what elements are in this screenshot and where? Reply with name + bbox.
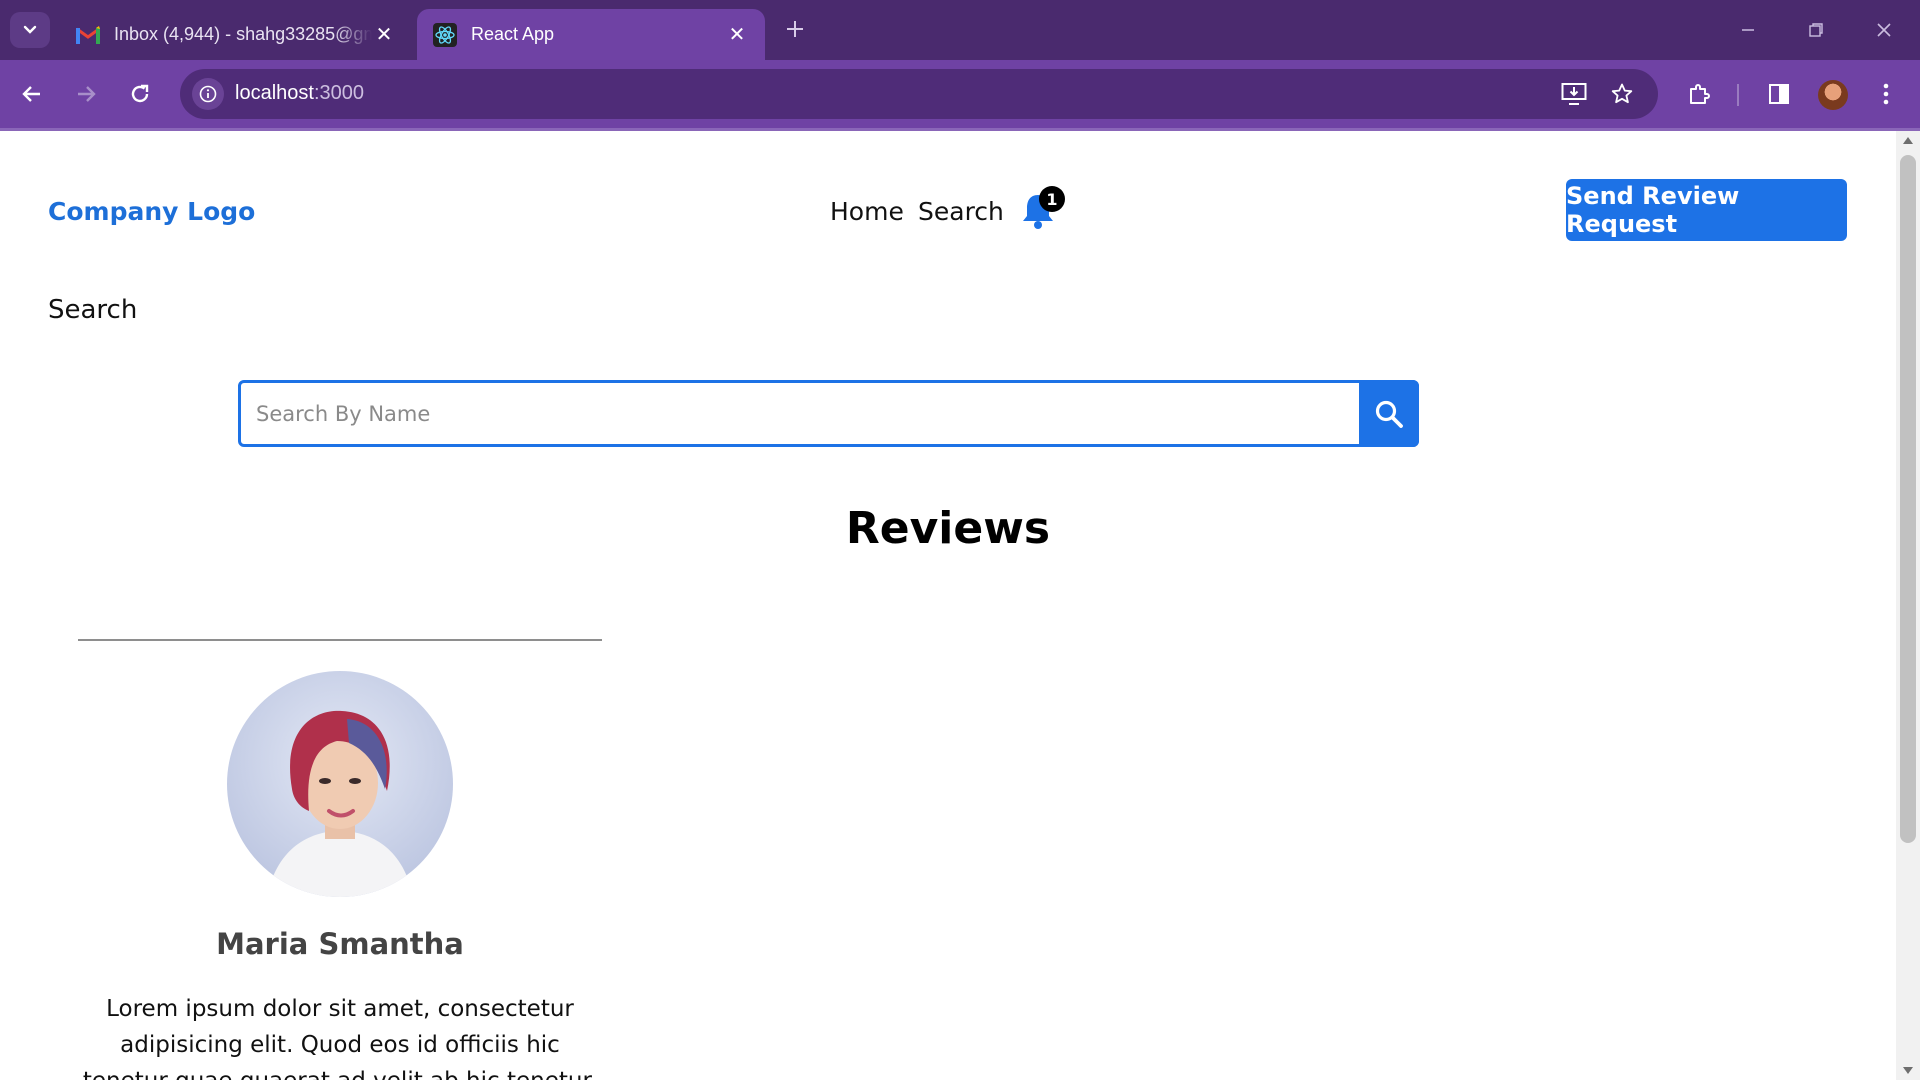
address-url: localhost:3000 <box>235 82 364 105</box>
puzzle-icon <box>1690 84 1710 104</box>
company-logo[interactable]: Company Logo <box>48 197 255 226</box>
review-card: Maria Smantha Lorem ipsum dolor sit amet… <box>78 639 602 1080</box>
reload-icon <box>131 84 149 103</box>
tab-search-button[interactable] <box>10 12 50 48</box>
tab-react-app[interactable]: React App ✕ <box>417 9 765 60</box>
more-vertical-icon <box>1883 83 1889 105</box>
side-panel-button[interactable] <box>1759 74 1799 114</box>
browser-menu-button[interactable] <box>1866 74 1906 114</box>
url-port: :3000 <box>313 82 364 104</box>
browser-toolbar: localhost:3000 <box>0 60 1920 128</box>
star-icon <box>1611 83 1633 104</box>
tab-title: React App <box>471 24 555 44</box>
minimize-icon <box>1742 29 1754 31</box>
gmail-icon <box>76 23 100 47</box>
side-panel-icon <box>1769 84 1789 104</box>
install-app-button[interactable] <box>1554 74 1594 114</box>
page-title: Search <box>48 295 138 325</box>
send-review-request-button[interactable]: Send Review Request <box>1566 179 1847 241</box>
site-info-icon[interactable] <box>192 78 224 110</box>
search-button[interactable] <box>1359 380 1419 447</box>
review-text: Lorem ipsum dolor sit amet, consectetur … <box>83 996 597 1080</box>
browser-tab-strip: Inbox (4,944) - shahg33285@gmail.com ✕ R… <box>0 0 1920 60</box>
address-bar[interactable]: localhost:3000 <box>180 69 1658 119</box>
tab-title: Inbox (4,944) - shahg33285@gmail.com <box>114 24 372 44</box>
install-desktop-icon <box>1561 83 1587 105</box>
toolbar-divider <box>1737 84 1739 106</box>
search-box <box>238 380 1419 447</box>
close-icon[interactable]: ✕ <box>725 23 749 47</box>
card-divider <box>78 639 602 641</box>
search-icon <box>1375 400 1403 428</box>
notification-badge: 1 <box>1039 186 1065 212</box>
bookmark-button[interactable] <box>1602 74 1642 114</box>
url-host: localhost <box>235 82 314 104</box>
react-icon <box>433 22 457 47</box>
nav-home-link[interactable]: Home <box>830 197 904 226</box>
restore-icon <box>1809 23 1823 37</box>
minimize-button[interactable] <box>1728 12 1768 48</box>
tab-gmail[interactable]: Inbox (4,944) - shahg33285@gmail.com ✕ <box>60 9 412 60</box>
profile-avatar[interactable] <box>1818 80 1848 110</box>
scroll-thumb[interactable] <box>1900 155 1916 843</box>
restore-button[interactable] <box>1796 12 1836 48</box>
scroll-down-arrow[interactable] <box>1903 1067 1913 1074</box>
back-button[interactable] <box>12 74 52 114</box>
reload-button[interactable] <box>120 74 160 114</box>
page-viewport: Company Logo Home Search 1 Send Review R… <box>0 131 1896 1080</box>
nav-search-link[interactable]: Search <box>918 197 1004 226</box>
forward-button[interactable] <box>66 74 106 114</box>
reviews-heading: Reviews <box>845 503 1051 554</box>
arrow-left-icon <box>22 86 40 102</box>
close-icon <box>1877 23 1891 37</box>
extensions-button[interactable] <box>1679 74 1719 114</box>
new-tab-button[interactable] <box>780 14 810 44</box>
reviewer-avatar <box>227 671 453 897</box>
reviewer-name: Maria Smantha <box>216 927 464 961</box>
search-input[interactable] <box>241 383 1358 444</box>
close-icon[interactable]: ✕ <box>372 23 396 47</box>
page-scrollbar[interactable] <box>1896 131 1920 1080</box>
scroll-up-arrow[interactable] <box>1903 137 1913 144</box>
close-window-button[interactable] <box>1864 12 1904 48</box>
plus-icon <box>787 21 803 37</box>
arrow-right-icon <box>78 86 96 102</box>
chevron-down-icon <box>23 25 37 34</box>
